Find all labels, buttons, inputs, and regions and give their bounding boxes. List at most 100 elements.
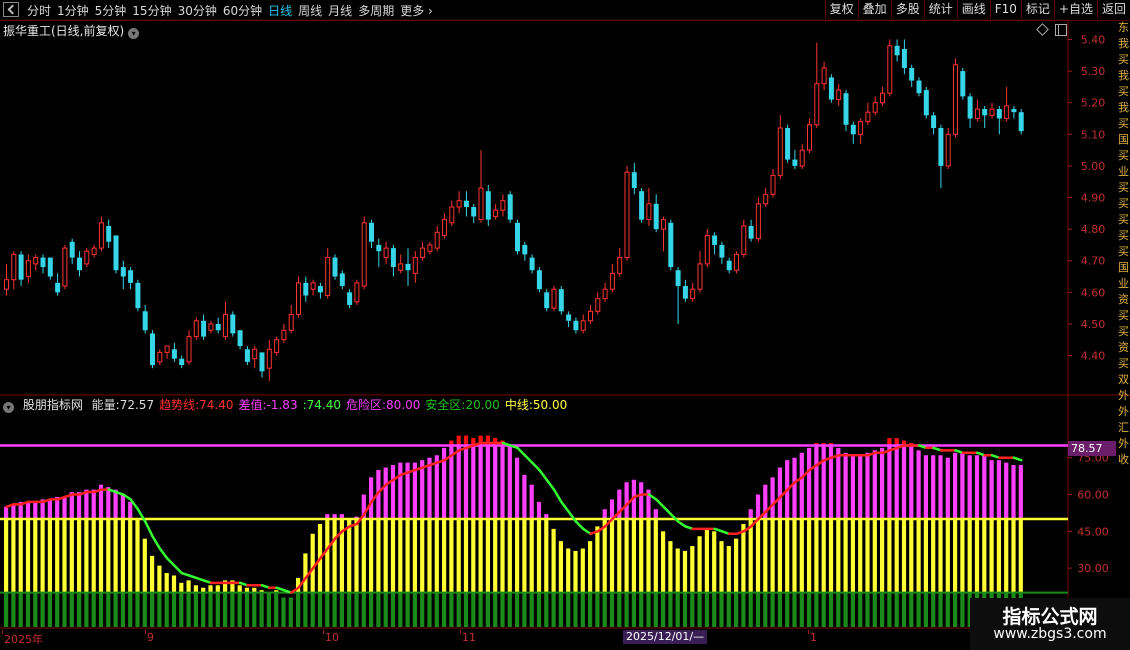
candle-body[interactable] bbox=[850, 124, 856, 135]
candle-body[interactable] bbox=[493, 209, 499, 217]
candle-body[interactable] bbox=[967, 96, 973, 119]
chevron-down-circle-icon[interactable]: ▾ bbox=[3, 402, 14, 413]
candle-body[interactable] bbox=[646, 203, 652, 221]
candle-body[interactable] bbox=[807, 124, 812, 151]
candle-body[interactable] bbox=[266, 348, 272, 369]
candle-body[interactable] bbox=[712, 235, 718, 245]
candle-body[interactable] bbox=[566, 314, 572, 321]
candle-body[interactable] bbox=[128, 270, 134, 283]
candle-body[interactable] bbox=[40, 257, 46, 268]
candle-body[interactable] bbox=[624, 171, 630, 259]
candle-body[interactable] bbox=[931, 115, 937, 128]
candle-body[interactable] bbox=[244, 349, 250, 362]
candle-body[interactable] bbox=[157, 351, 163, 363]
candle-body[interactable] bbox=[33, 257, 39, 265]
candle-body[interactable] bbox=[98, 222, 104, 249]
candle-body[interactable] bbox=[449, 206, 455, 224]
candle-body[interactable] bbox=[113, 235, 119, 271]
candle-body[interactable] bbox=[179, 358, 185, 366]
candle-body[interactable] bbox=[442, 219, 447, 236]
candle-body[interactable] bbox=[369, 222, 374, 242]
candle-body[interactable] bbox=[909, 67, 915, 81]
candle-body[interactable] bbox=[770, 174, 776, 195]
candle-body[interactable] bbox=[1018, 112, 1024, 132]
candle-body[interactable] bbox=[230, 314, 236, 334]
candle-body[interactable] bbox=[785, 127, 791, 160]
candle-body[interactable] bbox=[588, 310, 593, 322]
candle-body[interactable] bbox=[456, 200, 462, 208]
candle-body[interactable] bbox=[478, 187, 484, 221]
candle-body[interactable] bbox=[427, 244, 433, 252]
candle-body[interactable] bbox=[398, 263, 404, 271]
candle-body[interactable] bbox=[536, 270, 542, 290]
candle-body[interactable] bbox=[719, 244, 725, 258]
candle-body[interactable] bbox=[661, 219, 666, 230]
candle-body[interactable] bbox=[4, 279, 9, 290]
candle-body[interactable] bbox=[135, 282, 141, 309]
candle-body[interactable] bbox=[77, 257, 82, 271]
candle-body[interactable] bbox=[376, 244, 382, 252]
candle-body[interactable] bbox=[953, 64, 958, 135]
candle-body[interactable] bbox=[84, 250, 90, 265]
candle-body[interactable] bbox=[529, 257, 535, 271]
candle-body[interactable] bbox=[47, 257, 53, 277]
candle-body[interactable] bbox=[515, 222, 520, 252]
candle-body[interactable] bbox=[310, 282, 316, 290]
candle-body[interactable] bbox=[704, 234, 710, 265]
candle-body[interactable] bbox=[208, 323, 214, 331]
candle-body[interactable] bbox=[150, 333, 155, 366]
candle-body[interactable] bbox=[843, 93, 849, 125]
candle-body[interactable] bbox=[639, 191, 645, 220]
candle-body[interactable] bbox=[741, 225, 747, 255]
candle-body[interactable] bbox=[573, 320, 579, 331]
candle-body[interactable] bbox=[880, 92, 885, 104]
candle-body[interactable] bbox=[821, 67, 827, 85]
candle-body[interactable] bbox=[544, 292, 550, 309]
candle-body[interactable] bbox=[62, 247, 68, 287]
candle-body[interactable] bbox=[223, 313, 228, 338]
candle-body[interactable] bbox=[69, 241, 75, 258]
candle-body[interactable] bbox=[142, 311, 148, 331]
candle-body[interactable] bbox=[215, 323, 221, 331]
candle-body[interactable] bbox=[361, 222, 367, 287]
candle-body[interactable] bbox=[317, 286, 323, 293]
candle-body[interactable] bbox=[726, 260, 732, 271]
candle-body[interactable] bbox=[339, 273, 345, 287]
candle-body[interactable] bbox=[690, 288, 696, 300]
candle-body[interactable] bbox=[252, 348, 258, 360]
candle-body[interactable] bbox=[974, 108, 980, 120]
candle-body[interactable] bbox=[631, 172, 637, 189]
candle-body[interactable] bbox=[697, 263, 703, 290]
candle-body[interactable] bbox=[405, 263, 411, 271]
candle-body[interactable] bbox=[347, 292, 353, 305]
candle-body[interactable] bbox=[996, 109, 1002, 119]
candle-body[interactable] bbox=[989, 108, 995, 116]
candle-body[interactable] bbox=[551, 288, 557, 309]
candle-body[interactable] bbox=[500, 200, 506, 211]
candle-body[interactable] bbox=[55, 282, 61, 293]
candle-body[interactable] bbox=[865, 111, 871, 123]
candle-body[interactable] bbox=[923, 90, 929, 116]
candle-body[interactable] bbox=[332, 257, 338, 277]
candle-body[interactable] bbox=[748, 225, 754, 239]
candle-body[interactable] bbox=[303, 282, 309, 296]
candle-body[interactable] bbox=[434, 231, 440, 249]
candle-body[interactable] bbox=[763, 193, 769, 205]
candle-body[interactable] bbox=[91, 247, 97, 255]
candle-body[interactable] bbox=[602, 288, 608, 300]
candle-body[interactable] bbox=[916, 80, 922, 94]
candle-body[interactable] bbox=[11, 253, 17, 281]
candle-body[interactable] bbox=[281, 329, 287, 341]
candle-body[interactable] bbox=[755, 203, 761, 240]
candle-body[interactable] bbox=[675, 270, 681, 287]
candle-body[interactable] bbox=[325, 257, 331, 297]
candle-body[interactable] bbox=[792, 159, 798, 166]
candle-body[interactable] bbox=[960, 71, 966, 97]
candle-body[interactable] bbox=[186, 336, 192, 363]
candle-body[interactable] bbox=[171, 349, 177, 359]
candle-body[interactable] bbox=[18, 254, 24, 280]
candle-body[interactable] bbox=[296, 282, 301, 315]
candle-body[interactable] bbox=[507, 194, 513, 220]
candle-body[interactable] bbox=[120, 267, 126, 277]
chart-canvas[interactable]: 5.40 5.30 5.20 5.10 5.00 4.90 4.80 4.70 4.60 4.50… bbox=[0, 0, 1130, 650]
